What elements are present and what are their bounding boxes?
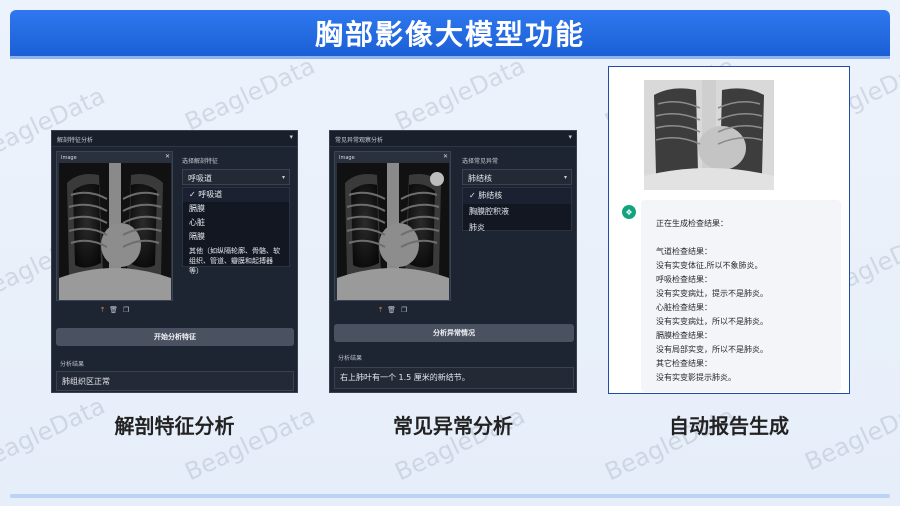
report-line: 没有实变病灶，提示不是肺炎。 (656, 289, 768, 298)
abnormality-panel: 常见异常观察分析 ▾ Image ✕ ⤒ 🗑 ❐ 选择常见异常 肺结核 ▾ ✓ … (329, 130, 577, 393)
feature-dropdown: ✓ 呼吸道 膈膜 心脏 隔膜 其他（如纵隔轮廓、骨骼、软组织、管道、瓣膜和起搏器… (182, 187, 290, 275)
feature-select-value: 呼吸道 (188, 174, 212, 183)
dropdown-item[interactable]: ✓ 肺结核 (463, 188, 571, 204)
watermark: BeagleData (180, 51, 320, 137)
dropdown-item[interactable]: 胸膜腔积液 (463, 204, 571, 220)
panel-header-label: 常见异常观察分析 (335, 137, 384, 144)
image-tag: Image (337, 154, 357, 162)
collapse-icon[interactable]: ▾ (568, 133, 572, 141)
slide: BeagleData BeagleData BeagleData BeagleD… (0, 0, 900, 506)
collapse-icon[interactable]: ▾ (289, 133, 293, 141)
report-line: 没有实变病灶，所以不是肺炎。 (656, 317, 768, 326)
panel-header: 常见异常观察分析 ▾ (330, 131, 576, 147)
caption-abnormality: 常见异常分析 (393, 414, 513, 438)
watermark: BeagleData (390, 51, 530, 137)
upload-icon[interactable]: ⤒ (101, 306, 104, 315)
panel-header: 解剖特征分析 ▾ (52, 131, 297, 147)
close-icon[interactable]: ✕ (443, 153, 448, 160)
chest-xray-image (644, 80, 774, 190)
analyze-abnormality-button[interactable]: 分析异常情况 (334, 324, 574, 342)
abnormality-select[interactable]: 肺结核 ▾ (462, 169, 572, 185)
caption-report: 自动报告生成 (669, 414, 789, 438)
caption-anatomy: 解剖特征分析 (114, 414, 235, 438)
page-title: 胸部影像大模型功能 (314, 18, 585, 51)
chevron-down-icon: ▾ (281, 174, 285, 181)
abnormality-dropdown: ✓ 肺结核 胸膜腔积液 肺炎 (462, 187, 572, 232)
report-line: 正在生成检查结果： (656, 219, 728, 228)
dropdown-item[interactable]: ✓ 呼吸道 (183, 188, 289, 202)
trash-icon[interactable]: 🗑 (109, 306, 118, 315)
select-label: 选择常见异常 (462, 158, 499, 165)
dropdown-item[interactable]: 心脏 (183, 216, 289, 230)
trash-icon[interactable]: 🗑 (387, 306, 396, 315)
result-label: 分析结果 (338, 355, 363, 362)
dropdown-item[interactable]: 其他（如纵隔轮廓、骨骼、软组织、管道、瓣膜和起搏器等） (183, 244, 289, 278)
select-label: 选择解剖特征 (182, 158, 219, 165)
dropdown-item[interactable]: 肺炎 (463, 220, 571, 236)
abnormality-select-value: 肺结核 (468, 174, 492, 183)
chevron-down-icon: ▾ (563, 174, 567, 181)
dropdown-item[interactable]: 隔膜 (183, 230, 289, 244)
analyze-features-button[interactable]: 开始分析特征 (56, 328, 294, 346)
result-output[interactable]: 肺组织区正常 (56, 371, 294, 391)
bottom-bar (10, 494, 890, 498)
chest-xray-image (59, 163, 171, 300)
feature-select[interactable]: 呼吸道 ▾ (182, 169, 290, 185)
dropdown-item[interactable]: 膈膜 (183, 202, 289, 216)
report-line: 心脏检查结果： (656, 303, 712, 312)
image-box[interactable]: Image ✕ (56, 151, 173, 301)
image-box[interactable]: Image ✕ (334, 151, 451, 301)
title-bar: 胸部影像大模型功能 (10, 10, 890, 56)
copy-icon[interactable]: ❐ (401, 306, 407, 315)
report-line: 呼吸检查结果： (656, 275, 712, 284)
report-line: 其它检查结果： (656, 359, 712, 368)
report-line: 没有实变影提示肺炎。 (656, 373, 736, 382)
copy-icon[interactable]: ❐ (123, 306, 129, 315)
image-toolbar: ⤒ 🗑 ❐ (101, 306, 129, 315)
bot-avatar-icon: ❖ (622, 205, 636, 219)
report-line: 膈膜检查结果： (656, 331, 712, 340)
panel-header-label: 解剖特征分析 (57, 137, 94, 144)
chest-xray-image (337, 163, 449, 300)
report-line: 气道检查结果： (656, 247, 712, 256)
anatomy-panel: 解剖特征分析 ▾ Image ✕ ⤒ 🗑 ❐ 选择解剖特征 呼吸道 ▾ ✓ 呼吸… (51, 130, 298, 393)
report-line: 没有局部实变，所以不是肺炎。 (656, 345, 768, 354)
close-icon[interactable]: ✕ (165, 153, 170, 160)
image-toolbar: ⤒ 🗑 ❐ (379, 306, 407, 315)
title-underline (10, 56, 890, 59)
image-tag: Image (59, 154, 79, 162)
result-label: 分析结果 (60, 361, 85, 368)
report-line: 没有实变体征,所以不象肺炎。 (656, 261, 763, 270)
result-output[interactable]: 右上肺叶有一个 1.5 厘米的新结节。 (334, 367, 574, 389)
upload-icon[interactable]: ⤒ (379, 306, 382, 315)
